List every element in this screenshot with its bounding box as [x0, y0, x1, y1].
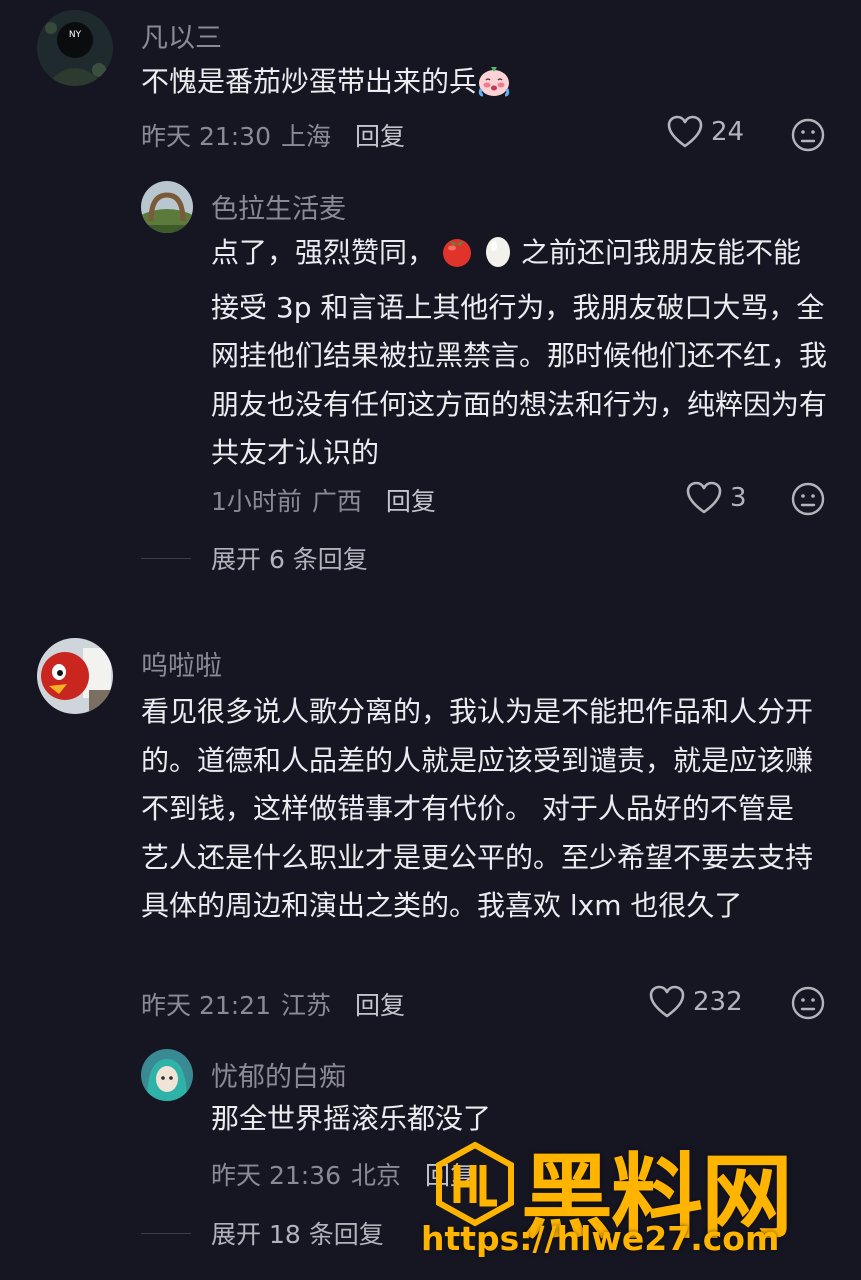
username[interactable]: 忧郁的白痴 — [211, 1055, 346, 1094]
reply-button[interactable]: 回复 — [355, 986, 405, 1022]
like-button[interactable]: 3 — [686, 481, 747, 515]
username[interactable]: 呜啦啦 — [141, 644, 222, 683]
heart-icon — [667, 115, 703, 148]
location: 北京 — [351, 1161, 402, 1190]
heart-icon — [649, 985, 685, 1018]
comment-text-body: 看见很多说人歌分离的，我认为是不能把作品和人分开的。道德和人品差的人就是应该受到… — [141, 695, 814, 922]
comment-text: 点了，强烈赞同， 之前还问我朋友能不能接受 3p 和言语上其他行为，我朋友破口大… — [211, 229, 827, 478]
comment-text: 不愧是番茄炒蛋带出来的兵 — [141, 58, 821, 113]
dislike-button[interactable] — [791, 482, 825, 516]
timestamp: 昨天 21:21 — [141, 991, 271, 1020]
timestamp: 1小时前 — [211, 487, 302, 516]
location: 上海 — [281, 122, 332, 151]
comment-text-body: 不愧是番茄炒蛋带出来的兵 — [141, 65, 478, 98]
expand-replies-label: 展开 18 条回复 — [211, 1220, 384, 1249]
expand-replies-label: 展开 6 条回复 — [211, 545, 368, 574]
comment-text-body: 那全世界摇滚乐都没了 — [211, 1102, 492, 1135]
watermark: 黑料网 https://hlwe27.com — [421, 1135, 841, 1260]
avatar[interactable] — [141, 181, 193, 233]
comment-meta: 昨天 21:21 江苏 回复 — [141, 986, 405, 1022]
watermark-logo-icon — [433, 1141, 517, 1231]
like-count: 3 — [730, 483, 747, 513]
divider — [141, 557, 191, 559]
username[interactable]: 色拉生活麦 — [211, 187, 346, 226]
comment-meta: 昨天 21:30 上海 回复 — [141, 117, 405, 153]
comment-meta: 1小时前 广西 回复 — [211, 482, 436, 518]
frown-face-icon — [791, 118, 825, 152]
avatar[interactable]: NY — [37, 10, 113, 86]
reply-button[interactable]: 回复 — [355, 117, 405, 153]
expand-replies-button[interactable]: 展开 6 条回复 — [141, 540, 368, 576]
dislike-button[interactable] — [791, 986, 825, 1020]
watermark-url: https://hlwe27.com — [421, 1219, 780, 1258]
frown-face-icon — [791, 482, 825, 516]
heart-icon — [686, 481, 722, 514]
like-count: 24 — [711, 117, 745, 147]
comment-text-body: 之前还问我朋友能不能接受 3p 和言语上其他行为，我朋友破口大骂，全网挂他们结果… — [211, 236, 828, 469]
avatar[interactable] — [37, 638, 113, 714]
comment-text: 看见很多说人歌分离的，我认为是不能把作品和人分开的。道德和人品差的人就是应该受到… — [141, 688, 821, 931]
frown-face-icon — [791, 986, 825, 1020]
crying-face-icon — [477, 64, 511, 113]
like-button[interactable]: 232 — [649, 985, 743, 1019]
timestamp: 昨天 21:36 — [211, 1161, 341, 1190]
egg-icon — [483, 232, 513, 284]
tomato-icon — [439, 234, 475, 284]
location: 江苏 — [281, 991, 332, 1020]
username[interactable]: 凡以三 — [141, 16, 222, 55]
dislike-button[interactable] — [791, 118, 825, 152]
expand-replies-button[interactable]: 展开 18 条回复 — [141, 1215, 384, 1251]
like-count: 232 — [693, 987, 743, 1017]
location: 广西 — [311, 487, 362, 516]
comment-text-body: 点了，强烈赞同， — [211, 236, 436, 269]
like-button[interactable]: 24 — [667, 115, 744, 149]
divider — [141, 1232, 191, 1234]
timestamp: 昨天 21:30 — [141, 122, 271, 151]
reply-button[interactable]: 回复 — [386, 482, 436, 518]
svg-text:NY: NY — [69, 30, 82, 40]
avatar[interactable] — [141, 1049, 193, 1101]
